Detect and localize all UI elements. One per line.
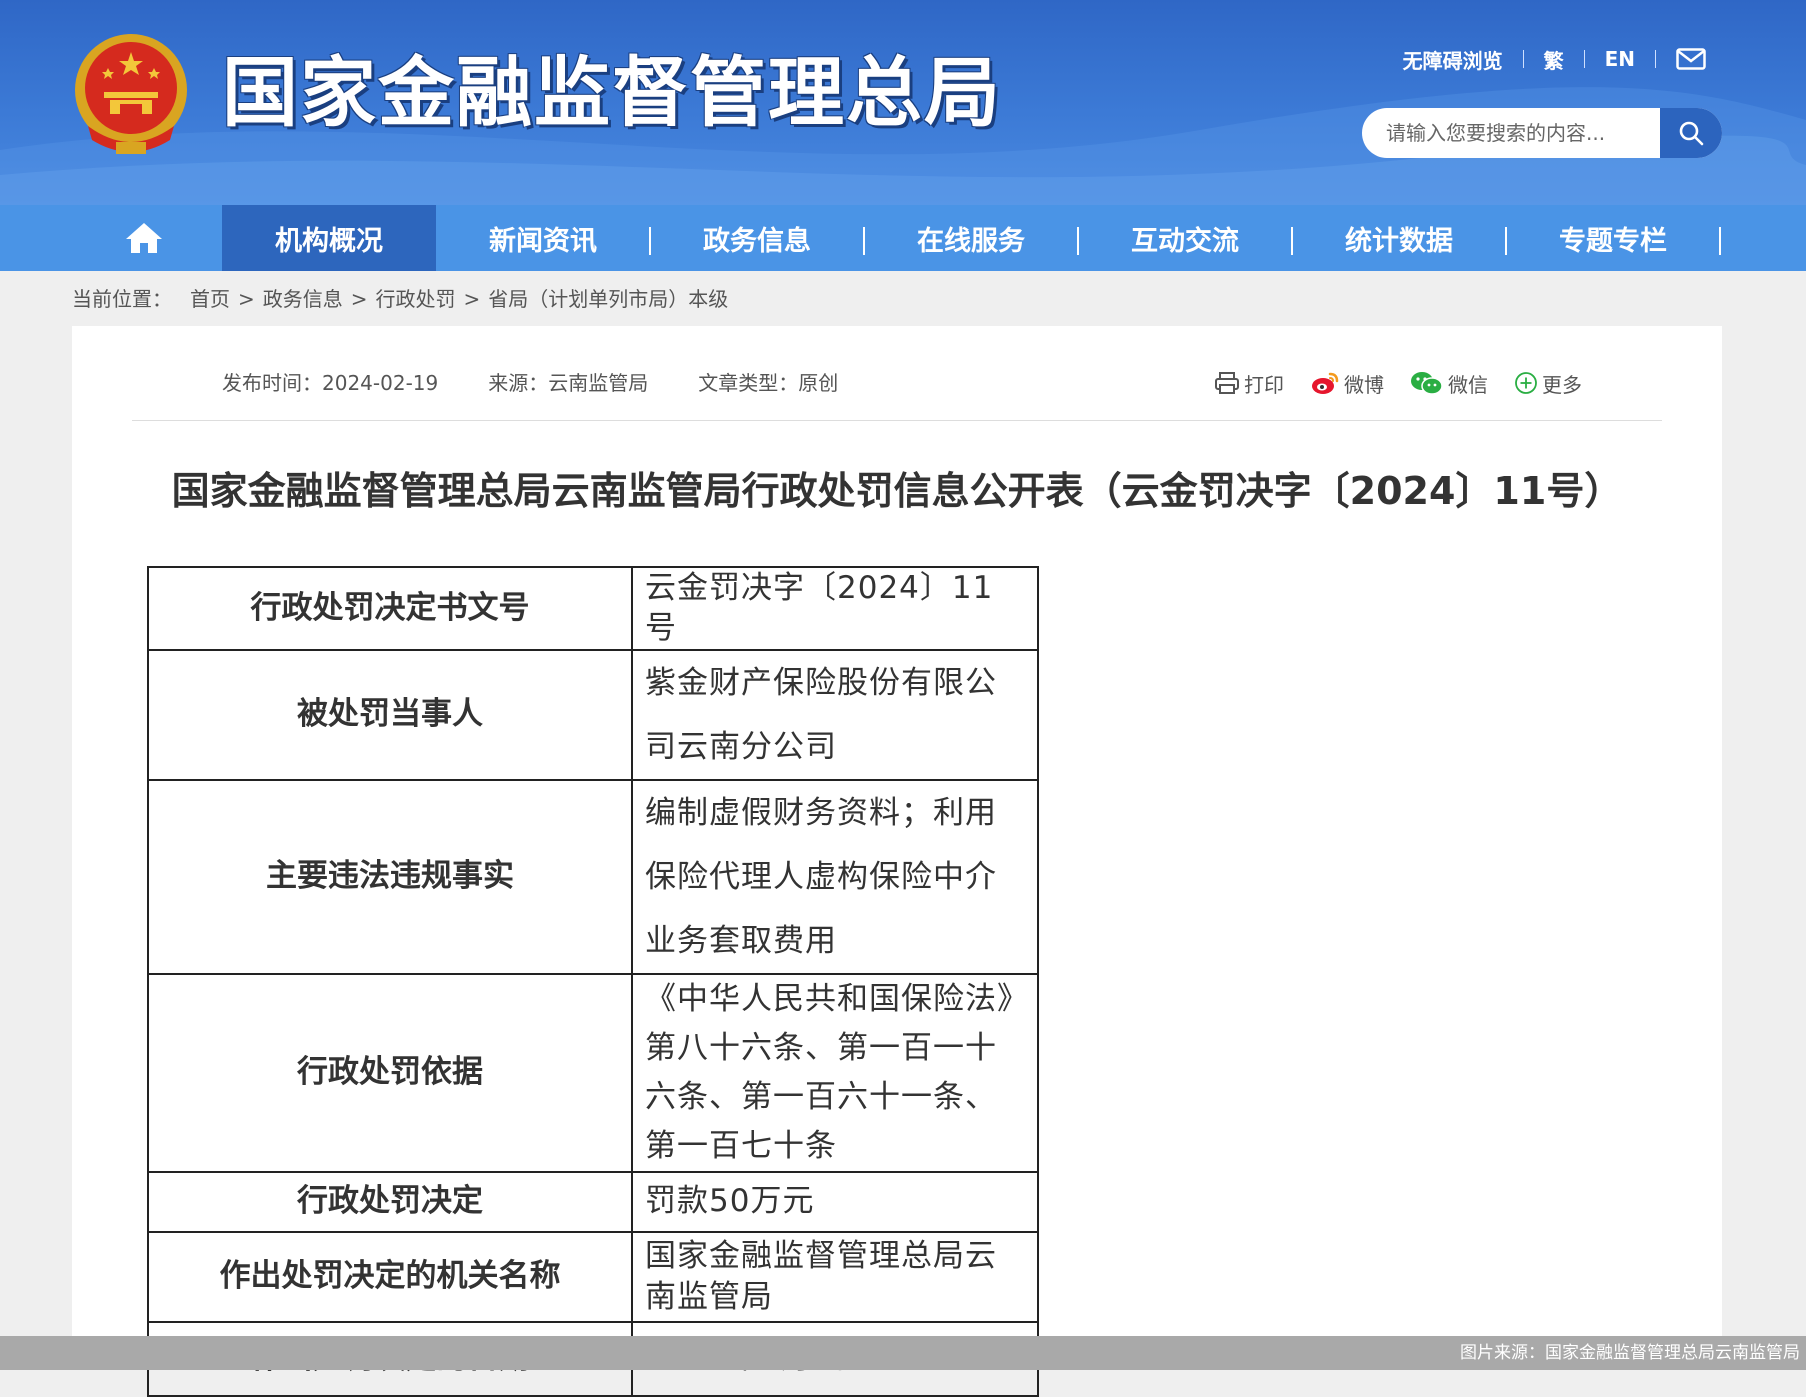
table-key-cell: 主要违法违规事实 bbox=[147, 778, 633, 975]
table-value-cell: 编制虚假财务资料；利用保险代理人虚构保险中介业务套取费用 bbox=[631, 778, 1039, 975]
wechat-icon bbox=[1411, 372, 1443, 395]
nav-item-online-services[interactable]: 在线服务 bbox=[864, 205, 1078, 271]
home-icon bbox=[126, 223, 162, 253]
more-label: 更多 bbox=[1542, 372, 1582, 397]
search-button[interactable] bbox=[1659, 108, 1722, 158]
table-row: 作出处罚决定的机关名称 国家金融监督管理总局云南监管局 bbox=[147, 1230, 1039, 1323]
wechat-share-button[interactable]: 微信 bbox=[1410, 369, 1488, 398]
image-credit: 图片来源：国家金融监督管理总局云南监管局 bbox=[1460, 1343, 1800, 1363]
print-label: 打印 bbox=[1244, 372, 1284, 397]
breadcrumb-separator: > bbox=[350, 287, 368, 311]
breadcrumb: 当前位置： 首页 > 政务信息 > 行政处罚 > 省局（计划单列市局）本级 bbox=[72, 284, 728, 314]
table-key-cell: 被处罚当事人 bbox=[147, 648, 633, 781]
table-row: 行政处罚决定书文号 云金罚决字〔2024〕11号 bbox=[147, 566, 1039, 651]
table-value-cell: 云金罚决字〔2024〕11号 bbox=[631, 566, 1039, 651]
main-nav: 机构概况 新闻资讯 政务信息 在线服务 互动交流 统计数据 专题专栏 bbox=[0, 205, 1806, 271]
table-key-cell: 行政处罚决定 bbox=[147, 1170, 633, 1233]
table-row: 行政处罚决定 罚款50万元 bbox=[147, 1170, 1039, 1233]
print-button[interactable]: 打印 bbox=[1214, 369, 1284, 398]
weibo-share-button[interactable]: 微博 bbox=[1310, 369, 1384, 398]
share-toolbar: 打印 微博 微信 更多 bbox=[1188, 366, 1582, 400]
wechat-label: 微信 bbox=[1448, 372, 1488, 397]
accessibility-link[interactable]: 无障碍浏览 bbox=[1383, 45, 1523, 74]
printer-icon bbox=[1215, 372, 1239, 394]
breadcrumb-penalties[interactable]: 行政处罚 bbox=[376, 284, 456, 314]
meta-divider bbox=[132, 420, 1662, 421]
table-key-cell: 行政处罚决定书文号 bbox=[147, 566, 633, 651]
table-value-cell: 罚款50万元 bbox=[631, 1170, 1039, 1233]
publish-time: 发布时间：2024-02-19 bbox=[222, 371, 439, 395]
search-icon bbox=[1679, 121, 1704, 146]
breadcrumb-separator: > bbox=[463, 287, 481, 311]
breadcrumb-separator: > bbox=[238, 287, 255, 311]
table-value-cell: 紫金财产保险股份有限公司云南分公司 bbox=[631, 648, 1039, 781]
nav-item-about[interactable]: 机构概况 bbox=[222, 205, 436, 271]
article-panel: 发布时间：2024-02-19 来源：云南监管局 文章类型：原创 打印 微博 微… bbox=[72, 326, 1722, 1397]
table-row: 主要违法违规事实 编制虚假财务资料；利用保险代理人虚构保险中介业务套取费用 bbox=[147, 778, 1039, 975]
weibo-label: 微博 bbox=[1344, 372, 1384, 397]
nav-item-special-topics[interactable]: 专题专栏 bbox=[1506, 205, 1720, 271]
article-meta: 发布时间：2024-02-19 来源：云南监管局 文章类型：原创 bbox=[222, 368, 888, 398]
site-header: 国家金融监督管理总局 无障碍浏览 繁 EN bbox=[0, 0, 1806, 205]
traditional-chinese-link[interactable]: 繁 bbox=[1524, 45, 1584, 74]
breadcrumb-government-info[interactable]: 政务信息 bbox=[263, 284, 343, 314]
nav-item-government-info[interactable]: 政务信息 bbox=[650, 205, 864, 271]
penalty-info-table: 行政处罚决定书文号 云金罚决字〔2024〕11号 被处罚当事人 紫金财产保险股份… bbox=[147, 566, 1039, 1397]
article-source: 来源：云南监管局 bbox=[488, 371, 649, 395]
english-link[interactable]: EN bbox=[1585, 47, 1655, 71]
nav-separator bbox=[1719, 227, 1721, 255]
article-title: 国家金融监督管理总局云南监管局行政处罚信息公开表（云金罚决字〔2024〕11号） bbox=[171, 469, 1623, 513]
nav-item-statistics[interactable]: 统计数据 bbox=[1292, 205, 1506, 271]
home-button[interactable] bbox=[114, 205, 174, 271]
table-key-cell: 行政处罚依据 bbox=[147, 972, 633, 1173]
image-credit-bar: 图片来源：国家金融监督管理总局云南监管局 bbox=[0, 1336, 1806, 1370]
table-key-cell: 作出处罚决定的机关名称 bbox=[147, 1230, 633, 1323]
table-row: 行政处罚依据 《中华人民共和国保险法》第八十六条、第一百一十六条、第一百六十一条… bbox=[147, 972, 1039, 1173]
site-title: 国家金融监督管理总局 bbox=[222, 48, 1002, 137]
breadcrumb-home[interactable]: 首页 bbox=[190, 284, 230, 314]
table-value-cell: 国家金融监督管理总局云南监管局 bbox=[631, 1230, 1039, 1323]
table-row: 被处罚当事人 紫金财产保险股份有限公司云南分公司 bbox=[147, 648, 1039, 781]
top-links: 无障碍浏览 繁 EN bbox=[1383, 44, 1706, 74]
breadcrumb-label: 当前位置： bbox=[72, 287, 172, 311]
nav-item-interaction[interactable]: 互动交流 bbox=[1078, 205, 1292, 271]
weibo-icon bbox=[1312, 372, 1339, 394]
search-input[interactable] bbox=[1362, 108, 1660, 158]
article-type: 文章类型：原创 bbox=[698, 371, 839, 395]
plus-circle-icon bbox=[1515, 372, 1537, 394]
nav-item-news[interactable]: 新闻资讯 bbox=[436, 205, 650, 271]
more-share-button[interactable]: 更多 bbox=[1514, 369, 1582, 398]
mail-icon[interactable] bbox=[1656, 48, 1706, 70]
breadcrumb-provincial-level[interactable]: 省局（计划单列市局）本级 bbox=[488, 284, 728, 314]
table-value-cell: 《中华人民共和国保险法》第八十六条、第一百一十六条、第一百六十一条、第一百七十条 bbox=[631, 972, 1039, 1173]
national-emblem-icon bbox=[75, 34, 187, 154]
search-box bbox=[1362, 108, 1722, 158]
